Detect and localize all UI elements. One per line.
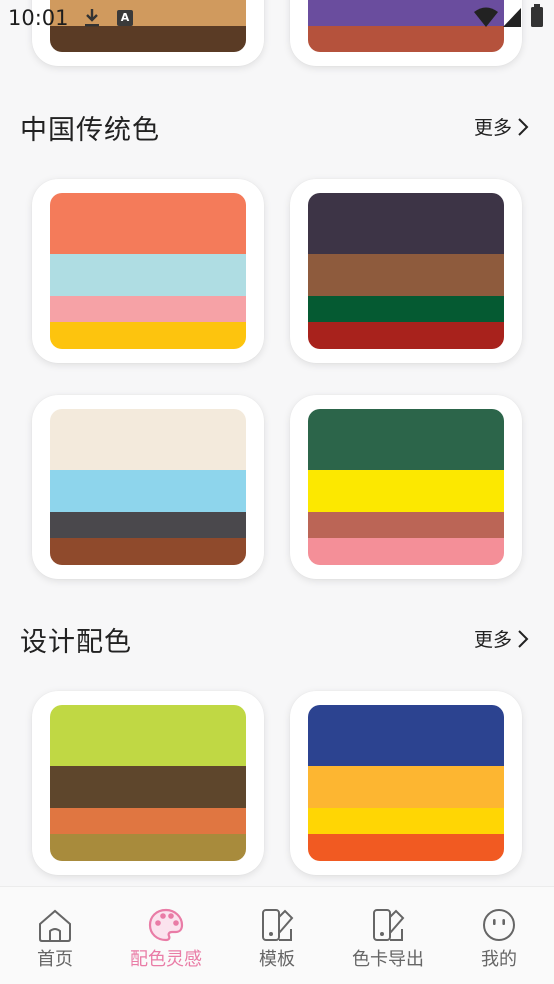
color-band <box>308 512 504 538</box>
palette-card[interactable] <box>32 179 264 363</box>
color-band <box>308 808 504 834</box>
color-band <box>50 538 246 565</box>
palette-card[interactable] <box>290 179 522 363</box>
palette-card[interactable] <box>32 395 264 579</box>
color-band <box>50 193 246 254</box>
nav-label: 我的 <box>481 949 517 970</box>
color-band <box>50 470 246 512</box>
more-label: 更多 <box>473 629 512 651</box>
color-band <box>50 409 246 470</box>
color-band <box>308 470 504 512</box>
battery-icon <box>531 4 543 27</box>
home-icon <box>39 909 71 942</box>
palette-card[interactable] <box>290 395 522 579</box>
color-band <box>308 834 504 861</box>
color-palette <box>50 193 246 349</box>
nav-item-profile[interactable]: 我的 <box>444 887 554 984</box>
nav-item-home[interactable]: 首页 <box>0 887 110 984</box>
color-band <box>308 409 504 470</box>
color-palette <box>308 705 504 861</box>
color-band <box>50 766 246 808</box>
color-band <box>308 538 504 565</box>
palette-card[interactable] <box>290 691 522 875</box>
color-band <box>308 193 504 254</box>
nav-item-template[interactable]: 模板 <box>222 887 332 984</box>
color-band <box>50 834 246 861</box>
nav-item-palette[interactable]: 配色灵感 <box>111 887 221 984</box>
color-band <box>308 705 504 766</box>
color-palette <box>308 193 504 349</box>
nav-item-export[interactable]: 色卡导出 <box>333 887 443 984</box>
bottom-nav: 首页 配色灵感 模板 色卡导出 我的 <box>0 886 554 984</box>
palette-icon <box>148 908 184 942</box>
more-label: 更多 <box>473 117 512 139</box>
color-band <box>50 512 246 538</box>
color-band <box>50 254 246 296</box>
status-bar: 10:01 A <box>0 0 554 36</box>
nav-label: 色卡导出 <box>352 949 424 970</box>
profile-icon <box>483 909 515 941</box>
notification-a-icon: A <box>117 10 133 26</box>
template-icon <box>262 909 294 941</box>
color-palette <box>308 409 504 565</box>
more-link[interactable]: 更多 <box>474 625 530 652</box>
nav-label: 首页 <box>37 949 73 970</box>
section-title: 中国传统色 <box>20 115 160 146</box>
chevron-right-icon <box>518 629 529 648</box>
download-icon <box>85 9 99 27</box>
color-band <box>50 296 246 322</box>
color-band <box>50 808 246 834</box>
color-card-export-icon <box>373 909 405 941</box>
color-palette <box>50 409 246 565</box>
nav-label: 配色灵感 <box>130 949 202 970</box>
signal-icon <box>503 8 521 27</box>
section-title: 设计配色 <box>20 627 132 658</box>
color-band <box>308 296 504 322</box>
more-link[interactable]: 更多 <box>474 113 530 140</box>
color-band <box>308 322 504 349</box>
color-band <box>308 766 504 808</box>
color-band <box>308 254 504 296</box>
color-band <box>50 705 246 766</box>
wifi-icon <box>474 7 498 27</box>
color-band <box>50 322 246 349</box>
chevron-right-icon <box>518 117 529 136</box>
color-palette <box>50 705 246 861</box>
status-time: 10:01 <box>8 6 69 30</box>
palette-card[interactable] <box>32 691 264 875</box>
screen: 10:01 A 中国传统色 更多 设计配色 更多 首页 配色灵感 模板 色卡导出… <box>0 0 554 984</box>
nav-label: 模板 <box>259 949 295 970</box>
